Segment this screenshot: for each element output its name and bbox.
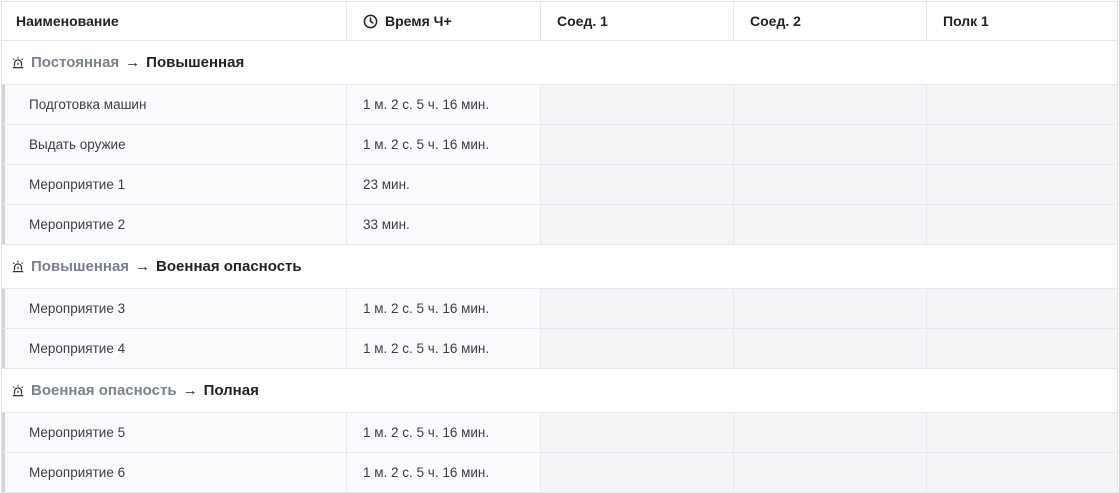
row-name-cell: Мероприятие 3 — [2, 289, 347, 328]
row-conn2-cell[interactable] — [734, 205, 927, 244]
table-row[interactable]: Мероприятие 1 23 мин. — [2, 165, 1117, 205]
row-regiment1-cell[interactable] — [927, 205, 1117, 244]
group-arrow: → — [125, 54, 141, 71]
group-header[interactable]: Повышенная → Военная опасность — [2, 245, 1117, 289]
group-from-state: Постоянная — [31, 54, 120, 71]
clock-icon — [363, 14, 378, 28]
table-row[interactable]: Мероприятие 4 1 м. 2 с. 5 ч. 16 мин. — [2, 329, 1117, 369]
row-conn2-cell[interactable] — [734, 85, 927, 124]
row-time-cell: 1 м. 2 с. 5 ч. 16 мин. — [347, 453, 541, 492]
group-to-state: Военная опасность — [156, 258, 302, 275]
column-header-conn1[interactable]: Соед. 1 — [541, 2, 734, 40]
row-conn1-cell[interactable] — [541, 125, 734, 164]
row-conn2-cell[interactable] — [734, 413, 927, 452]
row-conn2-cell[interactable] — [734, 125, 927, 164]
row-regiment1-cell[interactable] — [927, 413, 1117, 452]
group-from-state: Военная опасность — [31, 382, 177, 399]
row-conn1-cell[interactable] — [541, 165, 734, 204]
row-conn1-cell[interactable] — [541, 413, 734, 452]
row-regiment1-cell[interactable] — [927, 85, 1117, 124]
siren-icon — [12, 384, 24, 396]
row-name-cell: Мероприятие 6 — [2, 453, 347, 492]
row-time-cell: 33 мин. — [347, 205, 541, 244]
table-row[interactable]: Выдать оружие 1 м. 2 с. 5 ч. 16 мин. — [2, 125, 1117, 165]
row-conn1-cell[interactable] — [541, 205, 734, 244]
readiness-table: Наименование Время Ч+ Соед. 1 Соед. 2 По… — [1, 1, 1118, 493]
group-to-state: Повышенная — [146, 54, 245, 71]
row-name-cell: Выдать оружие — [2, 125, 347, 164]
row-name-cell: Подготовка машин — [2, 85, 347, 124]
row-conn2-cell[interactable] — [734, 289, 927, 328]
table-row[interactable]: Подготовка машин 1 м. 2 с. 5 ч. 16 мин. — [2, 85, 1117, 125]
column-header-regiment1[interactable]: Полк 1 — [927, 2, 1117, 40]
table-body: Постоянная → Повышенная Подготовка машин… — [2, 41, 1117, 493]
row-regiment1-cell[interactable] — [927, 125, 1117, 164]
row-time-cell: 1 м. 2 с. 5 ч. 16 мин. — [347, 125, 541, 164]
column-header-name[interactable]: Наименование — [2, 2, 347, 40]
siren-icon — [12, 260, 24, 272]
row-time-cell: 1 м. 2 с. 5 ч. 16 мин. — [347, 413, 541, 452]
row-time-cell: 1 м. 2 с. 5 ч. 16 мин. — [347, 329, 541, 368]
group-header[interactable]: Постоянная → Повышенная — [2, 41, 1117, 85]
siren-icon — [12, 56, 24, 68]
row-regiment1-cell[interactable] — [927, 453, 1117, 492]
row-conn1-cell[interactable] — [541, 289, 734, 328]
row-conn2-cell[interactable] — [734, 165, 927, 204]
column-header-time-label: Время Ч+ — [385, 13, 452, 29]
row-regiment1-cell[interactable] — [927, 289, 1117, 328]
table-row[interactable]: Мероприятие 6 1 м. 2 с. 5 ч. 16 мин. — [2, 453, 1117, 493]
row-conn1-cell[interactable] — [541, 85, 734, 124]
group-from-state: Повышенная — [31, 258, 130, 275]
table-row[interactable]: Мероприятие 2 33 мин. — [2, 205, 1117, 245]
row-time-cell: 1 м. 2 с. 5 ч. 16 мин. — [347, 289, 541, 328]
row-conn2-cell[interactable] — [734, 453, 927, 492]
row-time-cell: 1 м. 2 с. 5 ч. 16 мин. — [347, 85, 541, 124]
row-conn2-cell[interactable] — [734, 329, 927, 368]
row-conn1-cell[interactable] — [541, 329, 734, 368]
row-regiment1-cell[interactable] — [927, 329, 1117, 368]
column-header-time[interactable]: Время Ч+ — [347, 2, 541, 40]
row-regiment1-cell[interactable] — [927, 165, 1117, 204]
group-arrow: → — [135, 258, 151, 275]
group-to-state: Полная — [203, 382, 259, 399]
row-name-cell: Мероприятие 1 — [2, 165, 347, 204]
row-name-cell: Мероприятие 5 — [2, 413, 347, 452]
row-time-cell: 23 мин. — [347, 165, 541, 204]
row-conn1-cell[interactable] — [541, 453, 734, 492]
group-header[interactable]: Военная опасность → Полная — [2, 369, 1117, 413]
table-row[interactable]: Мероприятие 5 1 м. 2 с. 5 ч. 16 мин. — [2, 413, 1117, 453]
column-header-conn2[interactable]: Соед. 2 — [734, 2, 927, 40]
table-header: Наименование Время Ч+ Соед. 1 Соед. 2 По… — [2, 1, 1117, 41]
row-name-cell: Мероприятие 4 — [2, 329, 347, 368]
table-row[interactable]: Мероприятие 3 1 м. 2 с. 5 ч. 16 мин. — [2, 289, 1117, 329]
group-arrow: → — [182, 382, 198, 399]
row-name-cell: Мероприятие 2 — [2, 205, 347, 244]
